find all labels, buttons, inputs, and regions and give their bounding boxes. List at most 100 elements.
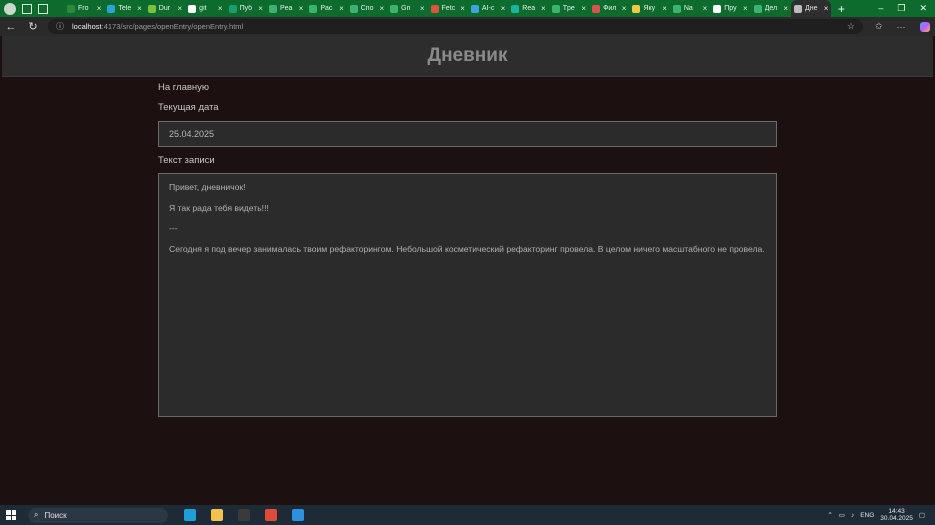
- date-field[interactable]: 25.04.2025: [158, 121, 777, 147]
- chevron-up-icon[interactable]: ⌃: [827, 511, 832, 519]
- tab-close-icon[interactable]: ×: [258, 4, 263, 13]
- entry-text-area[interactable]: Привет, дневничок! Я так рада тебя видет…: [158, 173, 777, 417]
- browser-tab[interactable]: Пру ×: [710, 0, 750, 17]
- taskbar-search[interactable]: ⌕ Поиск: [28, 507, 168, 523]
- tab-favicon-icon: [268, 4, 277, 13]
- tab-close-icon[interactable]: ×: [622, 4, 627, 13]
- tab-favicon-icon: [511, 4, 520, 13]
- site-info-icon[interactable]: ⓘ: [56, 21, 64, 32]
- tab-favicon-icon: [309, 4, 318, 13]
- tab-label: Pea: [279, 5, 293, 12]
- folder-icon[interactable]: [211, 509, 223, 521]
- tab-favicon-icon: [632, 4, 641, 13]
- edge-icon[interactable]: [184, 509, 196, 521]
- tab-close-icon[interactable]: ×: [379, 4, 384, 13]
- address-bar[interactable]: ⓘ localhost :4173/src/pages/openEntry/op…: [48, 19, 863, 34]
- tab-favicon-icon: [551, 4, 560, 13]
- tab-close-icon[interactable]: ×: [662, 4, 667, 13]
- tab-close-icon[interactable]: ×: [420, 4, 425, 13]
- browser-tab[interactable]: Спо ×: [347, 0, 387, 17]
- language-indicator[interactable]: ENG: [860, 512, 874, 519]
- app-icon[interactable]: [265, 509, 277, 521]
- minimize-icon[interactable]: –: [878, 3, 883, 14]
- tab-favicon-icon: [592, 4, 601, 13]
- back-icon[interactable]: ←: [0, 21, 22, 33]
- tab-close-icon[interactable]: ×: [178, 4, 183, 13]
- tab-favicon-icon: [430, 4, 439, 13]
- browser-tab[interactable]: Fro ×: [64, 0, 104, 17]
- browser-tab-strip: Fro × Tele × Dur × git × Пуб × Pea × Pac × Спо × Gri × Fet…: [0, 0, 935, 17]
- favorite-star-icon[interactable]: ☆: [847, 21, 855, 32]
- workspaces-icon[interactable]: [22, 3, 32, 14]
- browser-tab[interactable]: Tpe ×: [549, 0, 589, 17]
- tab-close-icon[interactable]: ×: [501, 4, 506, 13]
- tab-label: Дне: [805, 5, 818, 12]
- tab-favicon-icon: [753, 4, 762, 13]
- tab-label: Яку: [643, 5, 656, 12]
- browser-tab[interactable]: Фил ×: [589, 0, 629, 17]
- tab-close-icon[interactable]: ×: [703, 4, 708, 13]
- browser-tab[interactable]: Дне ×: [791, 0, 832, 17]
- tab-label: Dur: [158, 5, 171, 12]
- tab-close-icon[interactable]: ×: [783, 4, 788, 13]
- browser-tab[interactable]: Pac ×: [306, 0, 346, 17]
- maximize-icon[interactable]: ❐: [897, 3, 905, 14]
- tab-strip-lead: [0, 2, 64, 15]
- tab-label: Пру: [724, 5, 737, 12]
- profile-avatar[interactable]: [4, 2, 16, 15]
- tab-label: Na: [683, 5, 693, 12]
- close-window-icon[interactable]: ✕: [919, 3, 927, 14]
- browser-tab[interactable]: Tele ×: [104, 0, 144, 17]
- tab-close-icon[interactable]: ×: [824, 4, 829, 13]
- browser-tab[interactable]: git ×: [185, 0, 225, 17]
- tab-favicon-icon: [390, 4, 399, 13]
- tab-close-icon[interactable]: ×: [218, 4, 223, 13]
- clock[interactable]: 14:43 30.04.2025: [880, 508, 913, 522]
- browser-tab[interactable]: Gri ×: [387, 0, 427, 17]
- tab-label: git: [199, 5, 207, 12]
- toolbar-right: ✩ ···: [875, 21, 930, 32]
- search-icon: ⌕: [34, 510, 39, 519]
- more-menu-icon[interactable]: ···: [897, 22, 906, 32]
- tab-close-icon[interactable]: ×: [137, 4, 142, 13]
- vscode-icon[interactable]: [292, 509, 304, 521]
- tab-close-icon[interactable]: ×: [299, 4, 304, 13]
- new-tab-button[interactable]: +: [831, 2, 851, 16]
- browser-tab[interactable]: Na ×: [670, 0, 710, 17]
- tab-favicon-icon: [107, 4, 116, 13]
- browser-tab[interactable]: Яку ×: [629, 0, 669, 17]
- browser-tab[interactable]: Дел ×: [751, 0, 791, 17]
- tab-close-icon[interactable]: ×: [97, 4, 102, 13]
- tab-close-icon[interactable]: ×: [581, 4, 586, 13]
- network-icon[interactable]: ▭: [839, 511, 845, 519]
- notifications-icon[interactable]: ▢: [919, 511, 925, 519]
- url-host: localhost: [72, 22, 102, 31]
- tab-close-icon[interactable]: ×: [460, 4, 465, 13]
- date-label: Текущая дата: [158, 102, 219, 113]
- tab-label: Pac: [320, 5, 333, 12]
- tab-close-icon[interactable]: ×: [541, 4, 546, 13]
- home-link[interactable]: На главную: [158, 82, 209, 93]
- tab-favicon-icon: [147, 4, 156, 13]
- browser-tab[interactable]: Dur ×: [145, 0, 185, 17]
- tab-favicon-icon: [672, 4, 681, 13]
- page-header: Дневник: [2, 36, 933, 77]
- tab-close-icon[interactable]: ×: [743, 4, 748, 13]
- tab-actions-icon[interactable]: [38, 3, 48, 14]
- tab-close-icon[interactable]: ×: [339, 4, 344, 13]
- browser-tab[interactable]: Rea ×: [508, 0, 548, 17]
- tab-label: Fetc: [441, 5, 456, 12]
- browser-tab[interactable]: Пуб ×: [226, 0, 266, 17]
- terminal-icon[interactable]: [238, 509, 250, 521]
- browser-tab[interactable]: AI-c ×: [468, 0, 508, 17]
- reload-icon[interactable]: ↻: [22, 20, 44, 33]
- favorites-icon[interactable]: ✩: [875, 21, 883, 32]
- volume-icon[interactable]: ♪: [851, 512, 854, 519]
- browser-tab[interactable]: Pea ×: [266, 0, 306, 17]
- copilot-icon[interactable]: [919, 21, 930, 32]
- window-controls: – ❐ ✕: [878, 3, 935, 14]
- browser-tab[interactable]: Fetc ×: [428, 0, 468, 17]
- tab-label: Tele: [118, 5, 132, 12]
- tab-favicon-icon: [67, 4, 75, 13]
- windows-start-icon[interactable]: [6, 510, 16, 520]
